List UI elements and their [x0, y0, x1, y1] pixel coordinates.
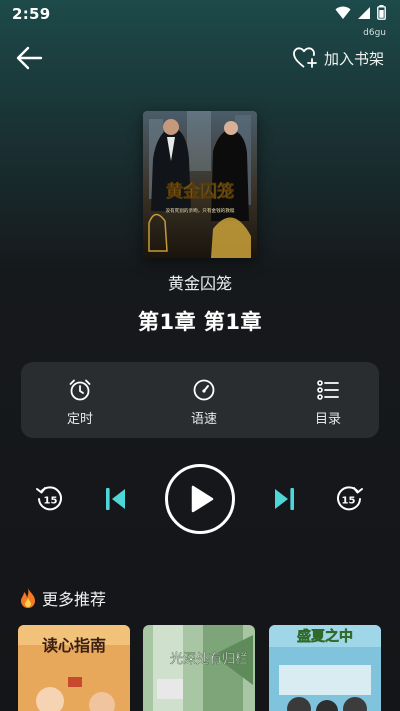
recommendation-cover: 读心指南 — [18, 625, 130, 711]
timer-label: 定时 — [66, 412, 93, 427]
recommendations-title: 更多推荐 — [42, 590, 107, 609]
play-icon — [191, 485, 214, 513]
next-chapter-button[interactable] — [272, 486, 296, 512]
previous-chapter-button[interactable] — [104, 486, 128, 512]
catalog-button[interactable]: 目录 — [305, 362, 351, 438]
list-icon — [317, 380, 339, 400]
forward-15-button[interactable]: 15 — [333, 483, 365, 515]
forward-15-icon: 15 — [337, 486, 363, 511]
signal-icon — [357, 5, 371, 24]
speedometer-icon — [193, 379, 215, 401]
recommendation-cover-text: 读心指南 — [42, 636, 106, 655]
speed-button[interactable]: 语速 — [181, 362, 227, 438]
book-cover[interactable]: 黄金囚笼 没有死别的亲吻，只有金钱的救赎 — [143, 111, 257, 258]
recommendation-cover-text: 光深处有归栏 — [170, 652, 248, 667]
back-button[interactable] — [14, 44, 46, 72]
recommendations-list: 读心指南 光深处有归栏 盛夏之中 — [18, 625, 400, 711]
device-tag: d6gu — [363, 28, 386, 38]
cover-title: 黄金囚笼 — [166, 181, 234, 202]
recommendation-cover: 盛夏之中 — [269, 625, 381, 711]
add-to-shelf-label: 加入书架 — [323, 49, 384, 68]
recommendations-header: 更多推荐 — [18, 586, 106, 610]
player-controls: 15 15 — [0, 464, 400, 534]
recommendation-card[interactable]: 光深处有归栏 — [143, 625, 255, 711]
rewind-15-button[interactable]: 15 — [34, 483, 66, 515]
status-bar: 2:59 — [0, 0, 400, 28]
catalog-label: 目录 — [314, 412, 341, 427]
wifi-icon — [335, 5, 351, 24]
forward-seconds: 15 — [342, 496, 356, 507]
recommendation-card[interactable]: 读心指南 — [18, 625, 130, 711]
add-to-shelf-button[interactable]: 加入书架 — [292, 44, 384, 72]
rewind-seconds: 15 — [44, 496, 58, 507]
speed-label: 语速 — [190, 412, 217, 427]
arrow-left-icon — [16, 46, 43, 70]
recommendation-cover-text: 盛夏之中 — [297, 628, 353, 645]
rewind-15-icon: 15 — [36, 486, 62, 511]
book-title: 黄金囚笼 — [167, 274, 232, 293]
cover-tagline: 没有死别的亲吻，只有金钱的救赎 — [166, 207, 235, 214]
skip-previous-icon — [106, 488, 125, 510]
status-time: 2:59 — [12, 5, 51, 23]
skip-next-icon — [275, 488, 294, 510]
fire-icon — [21, 588, 35, 608]
recommendation-cover: 光深处有归栏 — [143, 625, 255, 711]
control-panel: 定时 语速 目录 — [21, 362, 379, 438]
status-icons — [335, 4, 386, 24]
heart-plus-icon — [293, 47, 317, 68]
timer-button[interactable]: 定时 — [57, 362, 103, 438]
battery-icon — [377, 4, 386, 24]
top-bar: 加入书架 — [0, 40, 400, 76]
recommendation-card[interactable]: 盛夏之中 — [269, 625, 381, 711]
alarm-clock-icon — [69, 379, 91, 401]
chapter-title: 第1章 第1章 — [137, 310, 263, 334]
book-cover-art: 黄金囚笼 没有死别的亲吻，只有金钱的救赎 — [143, 111, 257, 258]
play-button[interactable] — [165, 464, 235, 534]
